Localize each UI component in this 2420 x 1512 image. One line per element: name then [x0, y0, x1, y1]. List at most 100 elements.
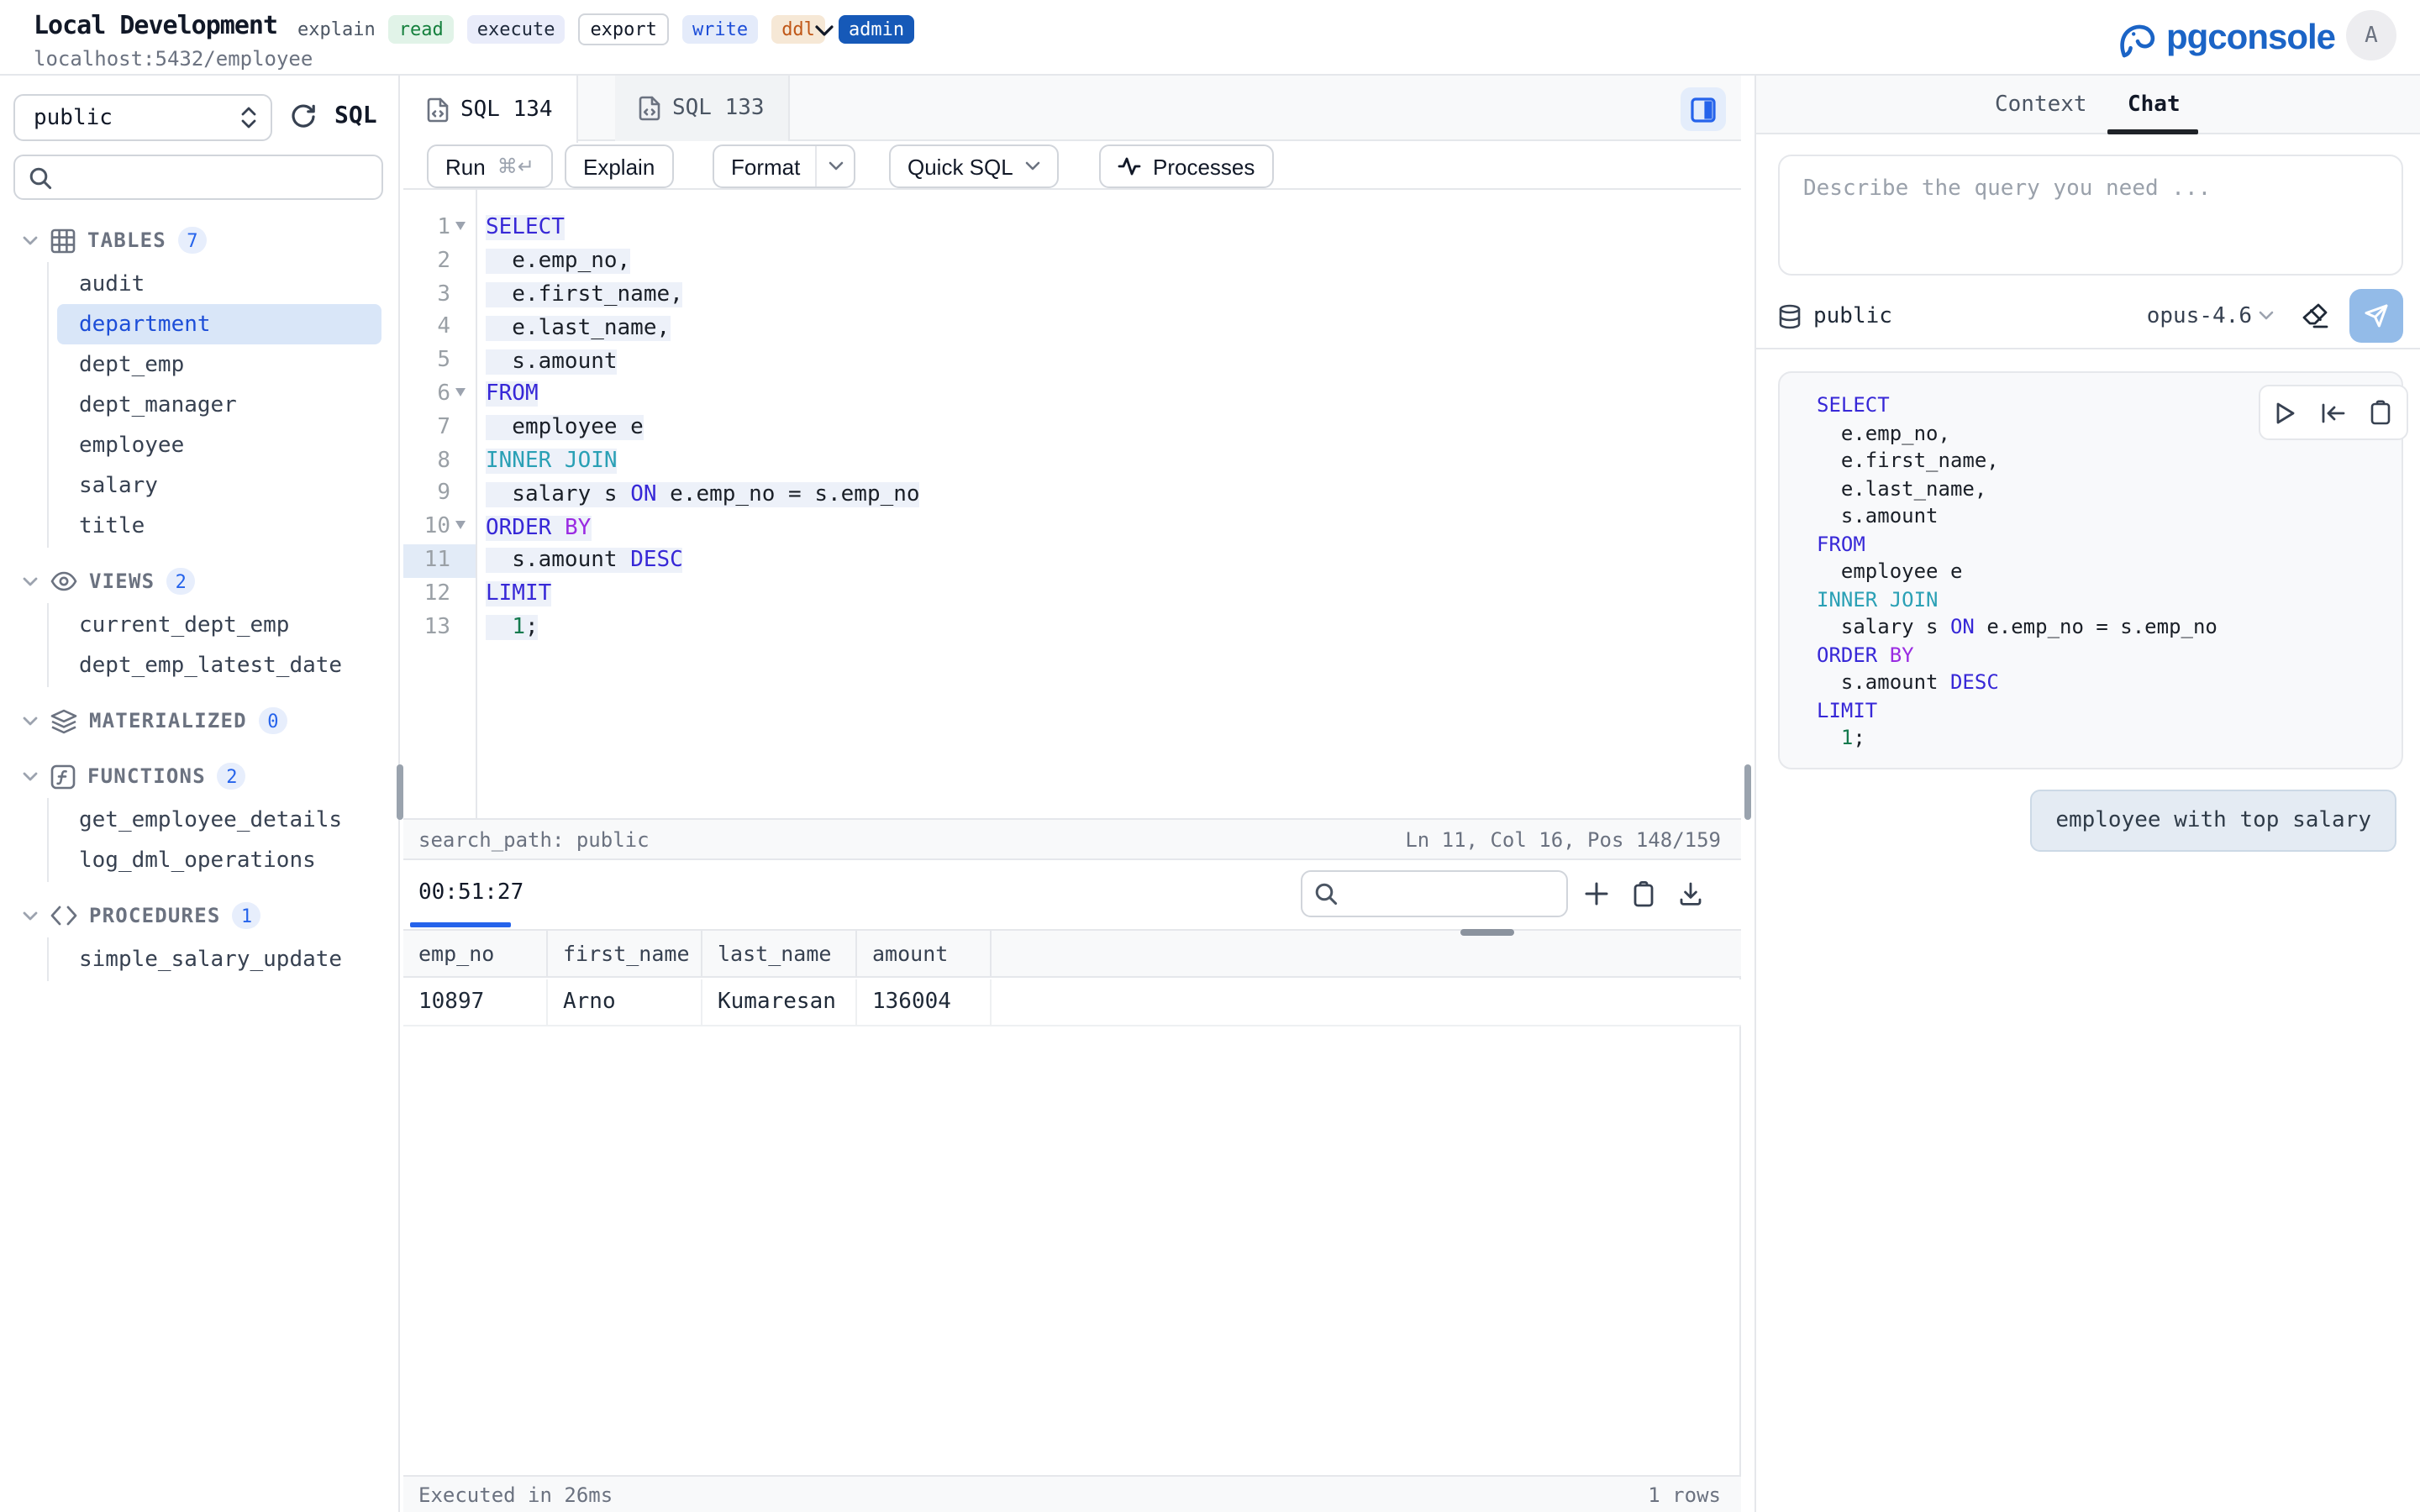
schema-select[interactable]: public — [13, 94, 272, 141]
fold-marker-icon[interactable] — [455, 388, 466, 396]
tree-item-department[interactable]: department — [57, 304, 381, 344]
tab-sql-134[interactable]: SQL 134 — [403, 76, 578, 143]
fold-marker-icon[interactable] — [455, 222, 466, 230]
editor-line-8[interactable]: 8INNER JOIN — [403, 444, 1741, 478]
line-number[interactable]: 3 — [403, 278, 476, 312]
section-header-functions[interactable]: FUNCTIONS2 — [0, 754, 400, 798]
explain-button[interactable]: Explain — [565, 144, 673, 188]
run-button[interactable]: Run ⌘↵ — [427, 144, 553, 188]
download-results-button[interactable] — [1670, 874, 1711, 914]
editor-line-11[interactable]: 11 s.amount DESC — [403, 544, 1741, 578]
sidebar-resize-handle[interactable] — [397, 764, 403, 820]
editor-line-10[interactable]: 10ORDER BY — [403, 511, 1741, 544]
results-toolbar: 00:51:27 — [403, 860, 1741, 929]
tree-item-employee[interactable]: employee — [57, 425, 381, 465]
row-count: 1 rows — [1648, 1483, 1721, 1506]
tree-item-title[interactable]: title — [57, 506, 381, 546]
tab-context[interactable]: Context — [1995, 76, 2087, 134]
copy-code-icon[interactable] — [2370, 400, 2391, 425]
model-label: opus-4.6 — [2147, 303, 2252, 328]
editor-line-4[interactable]: 4 e.last_name, — [403, 312, 1741, 345]
refresh-schema-icon[interactable] — [289, 102, 318, 131]
line-number[interactable]: 12 — [403, 578, 476, 612]
editor-line-3[interactable]: 3 e.first_name, — [403, 278, 1741, 312]
line-number[interactable]: 10 — [403, 511, 476, 544]
sql-code-editor[interactable]: 1SELECT2 e.emp_no,3 e.first_name,4 e.las… — [403, 190, 1741, 818]
insert-into-editor-icon[interactable] — [2320, 402, 2345, 423]
editor-line-2[interactable]: 2 e.emp_no, — [403, 245, 1741, 279]
run-code-icon[interactable] — [2275, 401, 2296, 424]
result-timer-tab[interactable]: 00:51:27 — [410, 860, 532, 924]
section-header-procedures[interactable]: PROCEDURES1 — [0, 894, 400, 937]
section-header-materialized[interactable]: MATERIALIZED0 — [0, 699, 400, 743]
chat-panel-resize-handle[interactable] — [1744, 764, 1751, 820]
sidebar-search-input[interactable] — [64, 165, 368, 190]
format-button[interactable]: Format — [713, 144, 855, 188]
editor-line-7[interactable]: 7 employee e — [403, 412, 1741, 445]
column-header-amount[interactable]: amount — [857, 931, 992, 976]
column-header-emp_no[interactable]: emp_no — [403, 931, 548, 976]
editor-line-9[interactable]: 9 salary s ON e.emp_no = s.emp_no — [403, 478, 1741, 512]
line-number[interactable]: 11 — [403, 544, 476, 578]
top-bar: Local Development localhost:5432/employe… — [0, 0, 2420, 76]
column-header-first_name[interactable]: first_name — [548, 931, 702, 976]
editor-line-6[interactable]: 6FROM — [403, 378, 1741, 412]
chat-composer[interactable] — [1778, 155, 2403, 276]
tree-item-dept_manager[interactable]: dept_manager — [57, 385, 381, 425]
chevron-down-icon — [22, 910, 39, 921]
copy-results-button[interactable] — [1623, 874, 1664, 914]
line-number[interactable]: 1 — [403, 212, 476, 245]
results-search-input[interactable] — [1348, 881, 1555, 906]
editor-line-1[interactable]: 1SELECT — [403, 212, 1741, 245]
editor-line-12[interactable]: 12LIMIT — [403, 578, 1741, 612]
tab-chat[interactable]: Chat — [2128, 76, 2181, 134]
line-number[interactable]: 9 — [403, 478, 476, 512]
tree-item-get_employee_details[interactable]: get_employee_details — [57, 800, 381, 840]
send-message-button[interactable] — [2349, 289, 2403, 343]
context-schema[interactable]: public — [1778, 303, 1892, 328]
tree-item-dept_emp[interactable]: dept_emp — [57, 344, 381, 385]
sidebar-search[interactable] — [13, 155, 383, 200]
tree-item-simple_salary_update[interactable]: simple_salary_update — [57, 939, 381, 979]
user-avatar[interactable]: A — [2346, 10, 2396, 60]
line-number[interactable]: 4 — [403, 312, 476, 345]
line-number[interactable]: 7 — [403, 412, 476, 445]
line-number[interactable]: 6 — [403, 378, 476, 412]
split-panel-toggle-button[interactable] — [1681, 87, 1726, 131]
section-header-tables[interactable]: TABLES7 — [0, 218, 400, 262]
quick-sql-button[interactable]: Quick SQL — [889, 144, 1059, 188]
tree-item-log_dml_operations[interactable]: log_dml_operations — [57, 840, 381, 880]
tree-item-dept_emp_latest_date[interactable]: dept_emp_latest_date — [57, 645, 381, 685]
format-label: Format — [731, 154, 800, 179]
line-number[interactable]: 8 — [403, 444, 476, 478]
table-row[interactable]: 10897ArnoKumaresan136004 — [403, 979, 1741, 1026]
tree-item-audit[interactable]: audit — [57, 264, 381, 304]
editor-line-5[interactable]: 5 s.amount — [403, 344, 1741, 378]
results-resize-handle[interactable] — [1460, 929, 1514, 936]
line-number[interactable]: 2 — [403, 245, 476, 279]
tab-sql-133[interactable]: SQL 133 — [615, 76, 790, 141]
editor-area: SQL 134 SQL 133 Run ⌘↵ — [403, 76, 1741, 1512]
line-number[interactable]: 13 — [403, 611, 476, 644]
tree-item-salary[interactable]: salary — [57, 465, 381, 506]
chevron-down-icon — [1025, 161, 1040, 171]
fold-marker-icon[interactable] — [455, 521, 466, 529]
processes-button[interactable]: Processes — [1099, 144, 1273, 188]
sql-mode-label[interactable]: SQL — [334, 102, 377, 129]
connection-chevron-down-icon[interactable] — [815, 25, 834, 37]
column-header-last_name[interactable]: last_name — [702, 931, 857, 976]
chat-input[interactable] — [1780, 156, 2402, 274]
line-number[interactable]: 5 — [403, 344, 476, 378]
search-icon — [1314, 882, 1338, 906]
add-result-tab-button[interactable] — [1576, 874, 1617, 914]
tree-item-current_dept_emp[interactable]: current_dept_emp — [57, 605, 381, 645]
results-header-row: emp_nofirst_namelast_nameamount — [403, 929, 1741, 978]
results-search[interactable] — [1301, 870, 1568, 917]
editor-line-13[interactable]: 13 1; — [403, 611, 1741, 644]
cursor-position-status: Ln 11, Col 16, Pos 148/159 — [1405, 827, 1721, 851]
section-header-views[interactable]: VIEWS2 — [0, 559, 400, 603]
model-select[interactable]: opus-4.6 — [2147, 303, 2274, 328]
clear-chat-button[interactable] — [2301, 302, 2329, 329]
chevron-down-icon[interactable] — [829, 161, 844, 171]
chevron-down-icon — [22, 715, 39, 727]
